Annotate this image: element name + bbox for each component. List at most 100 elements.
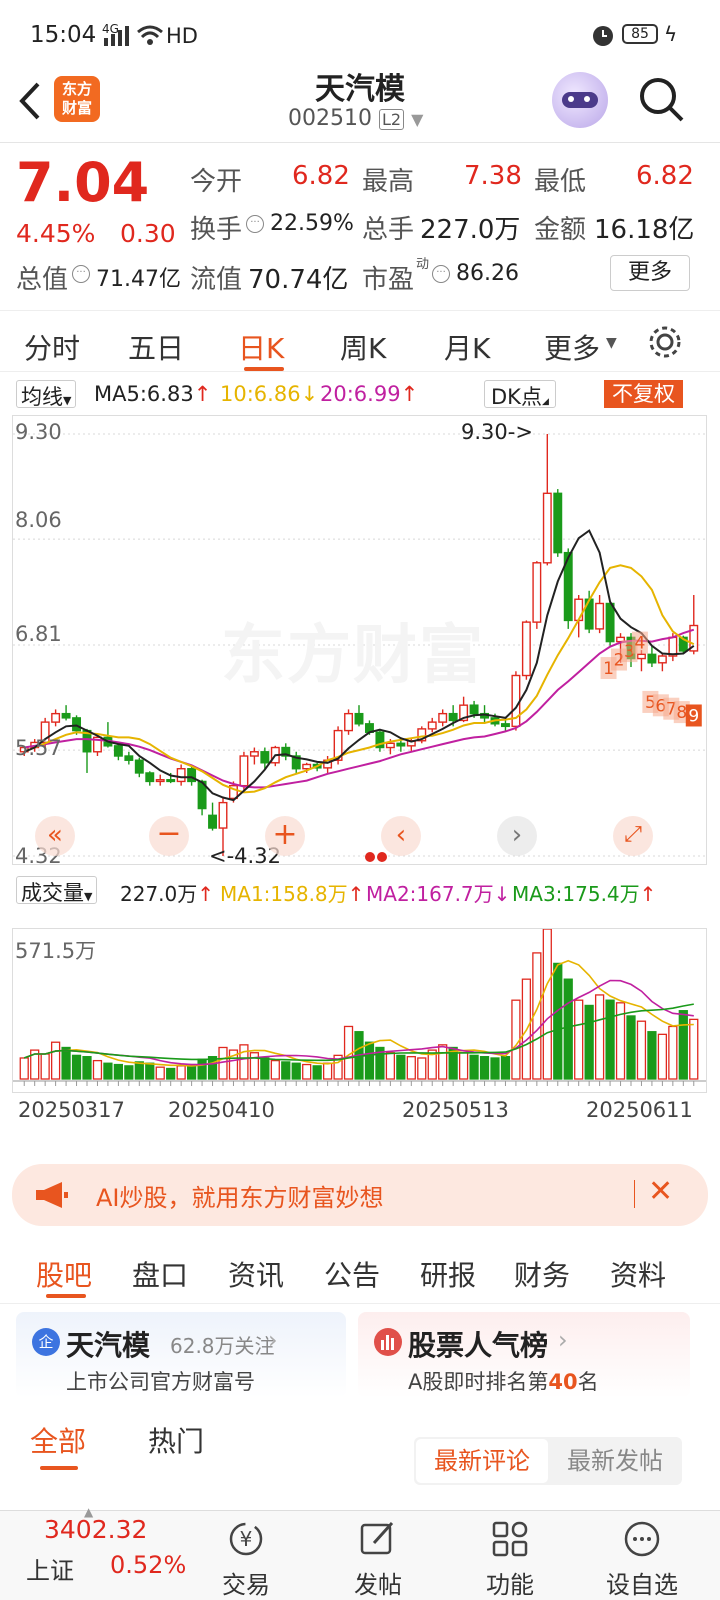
- volume-bar: [50, 1041, 61, 1080]
- candle-body: [218, 801, 228, 829]
- kline-chart[interactable]: 123456789 东方财富 9.30 8.06 6.81 5.57 4.32 …: [12, 415, 707, 865]
- tab-profile[interactable]: 资料: [610, 1254, 666, 1294]
- volume-bar: [312, 1065, 322, 1080]
- volume-bar: [186, 1063, 197, 1080]
- ma20-text: 20:6.99: [320, 382, 401, 406]
- edit-post-icon: [360, 1521, 394, 1555]
- filter-hot[interactable]: 热门: [148, 1420, 204, 1460]
- assistant-avatar-icon[interactable]: [552, 72, 608, 128]
- ma5-text: MA5:6.83: [94, 382, 194, 406]
- tab-forum[interactable]: 股吧: [36, 1254, 92, 1294]
- tab-weekly-k[interactable]: 周K: [340, 327, 386, 367]
- volume-label: 总手: [362, 215, 415, 245]
- ma10-text: 10:6.86: [220, 382, 301, 406]
- vol-ma2-text: MA2:167.7万: [366, 882, 494, 906]
- popularity-sub: A股即时排名第40名: [408, 1366, 599, 1396]
- nav-post-label: 发帖: [354, 1571, 402, 1599]
- info-icon[interactable]: ···: [246, 215, 264, 233]
- tab-news[interactable]: 资讯: [228, 1254, 284, 1294]
- candle-body: [61, 712, 71, 719]
- volume-bar: [490, 1057, 500, 1080]
- tab-orderbook[interactable]: 盘口: [132, 1254, 188, 1294]
- date-tick: 20250317: [18, 1098, 125, 1122]
- fullscreen-icon[interactable]: ⤢: [613, 816, 653, 856]
- signal-marker: 4: [635, 634, 646, 654]
- sort-latest-post[interactable]: 最新发帖: [550, 1439, 680, 1483]
- ranking-chart-icon: [374, 1328, 402, 1356]
- more-dots-icon: [624, 1521, 660, 1557]
- index-value[interactable]: 3402.32: [44, 1515, 147, 1544]
- grid-functions-icon: [492, 1521, 528, 1557]
- tab-intraday[interactable]: 分时: [24, 327, 80, 367]
- turnover-label: 换手: [190, 215, 243, 245]
- high-annotation: 9.30->: [461, 420, 533, 444]
- chart-period-tabs: 分时 五日 日K 周K 月K 更多 ▼: [0, 310, 720, 372]
- filter-all[interactable]: 全部: [30, 1420, 86, 1460]
- stock-code-text: 002510: [288, 106, 372, 131]
- candle-body: [396, 742, 406, 747]
- info-icon[interactable]: ···: [72, 265, 90, 283]
- tab-research[interactable]: 研报: [420, 1254, 476, 1294]
- volume-bar: [511, 999, 521, 1080]
- prev-icon[interactable]: ‹: [381, 816, 421, 856]
- chevron-down-icon: ▼: [411, 110, 424, 129]
- volume-bar: [542, 929, 552, 1080]
- next-icon[interactable]: ›: [497, 816, 537, 856]
- ai-banner[interactable]: AI炒股，就用东方财富妙想 ✕: [12, 1164, 708, 1226]
- volume-bar: [636, 1020, 647, 1080]
- tab-five-day[interactable]: 五日: [128, 327, 184, 367]
- volume-bar: [92, 1059, 103, 1080]
- volume-bar: [134, 1061, 144, 1080]
- volume-selector[interactable]: 成交量▼: [16, 876, 98, 905]
- info-icon[interactable]: ···: [432, 265, 450, 283]
- rewind-icon[interactable]: «: [35, 816, 75, 856]
- volume-bar: [291, 1062, 301, 1080]
- stock-code[interactable]: 002510 L2 ▼: [288, 106, 423, 131]
- more-button[interactable]: 更多: [610, 255, 690, 291]
- tab-daily-k[interactable]: 日K: [238, 327, 284, 367]
- popularity-card[interactable]: 股票人气榜 › A股即时排名第40名: [358, 1312, 690, 1398]
- candle-body: [176, 768, 186, 783]
- vol-ma1-text: MA1:158.8万: [220, 882, 348, 906]
- nav-add-watchlist[interactable]: 设自选: [602, 1519, 682, 1600]
- volume-bar: [239, 1044, 249, 1080]
- follower-count: 62.8万关注: [170, 1334, 275, 1358]
- candle-body: [636, 653, 646, 660]
- nav-post[interactable]: 发帖: [338, 1519, 418, 1600]
- signal-icon: [104, 26, 129, 46]
- tab-announcements[interactable]: 公告: [324, 1254, 380, 1294]
- sort-latest-comment[interactable]: 最新评论: [416, 1439, 548, 1483]
- candle-body: [302, 763, 312, 770]
- tab-more[interactable]: 更多: [544, 327, 600, 367]
- tab-monthly-k[interactable]: 月K: [444, 327, 490, 367]
- search-icon[interactable]: [638, 76, 686, 124]
- zoom-out-icon[interactable]: −: [149, 816, 189, 856]
- volume-bar: [584, 1004, 594, 1080]
- nav-functions[interactable]: 功能: [470, 1519, 550, 1600]
- sort-toggle: 最新评论 最新发帖: [414, 1437, 682, 1485]
- candle-body: [155, 779, 165, 783]
- trade-icon: ¥: [229, 1522, 263, 1556]
- change-pct: 4.45%: [16, 219, 96, 248]
- dk-point-button[interactable]: DK点◢: [484, 380, 556, 409]
- candle-body: [532, 562, 542, 623]
- vol-ma3: MA3:175.4万↑: [512, 882, 657, 906]
- banner-text: AI炒股，就用东方财富妙想: [96, 1184, 384, 1212]
- adjust-button[interactable]: 不复权: [604, 380, 683, 408]
- close-icon[interactable]: ✕: [648, 1174, 673, 1209]
- candle-body: [574, 598, 584, 622]
- tab-finance[interactable]: 财务: [514, 1254, 570, 1294]
- ma20-label: 20:6.99↑: [320, 382, 419, 406]
- volume-chart[interactable]: 571.5万: [12, 928, 707, 1093]
- tab-indicator: [244, 367, 284, 371]
- alarm-icon: [593, 26, 613, 46]
- nav-trade[interactable]: ¥ 交易: [206, 1519, 286, 1600]
- chevron-right-icon: ›: [558, 1326, 568, 1354]
- volume-bar: [71, 1054, 82, 1080]
- wifi-icon: [137, 25, 163, 45]
- company-account-card[interactable]: 企 天汽模 62.8万关注 › 上市公司官方财富号: [16, 1312, 346, 1398]
- ma-selector[interactable]: 均线▼: [16, 380, 77, 409]
- settings-gear-icon[interactable]: [646, 323, 684, 361]
- zoom-in-icon[interactable]: +: [265, 816, 305, 856]
- volume-bar: [176, 1065, 186, 1080]
